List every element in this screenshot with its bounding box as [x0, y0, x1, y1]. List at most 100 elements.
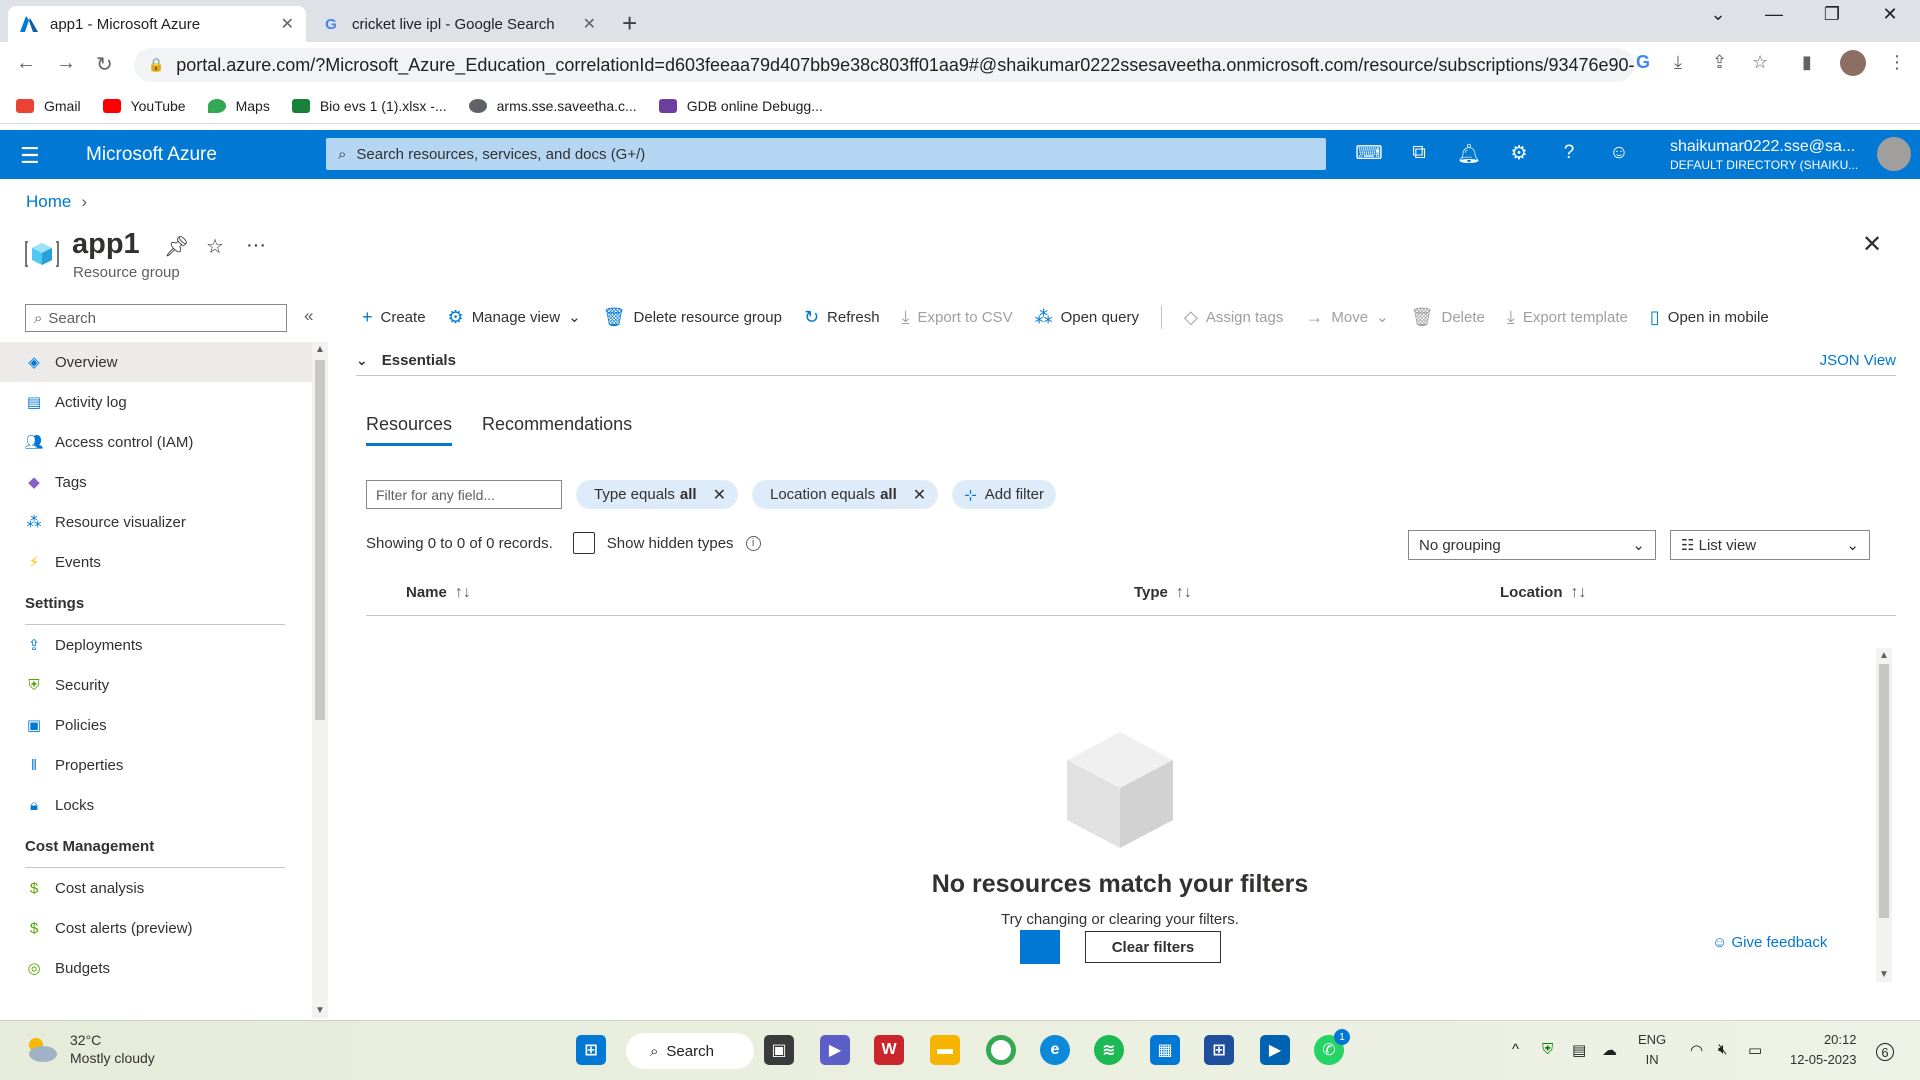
scroll-down-icon[interactable]: ▼ [315, 1005, 325, 1016]
directory-filter-icon[interactable]: ⧉ [1404, 142, 1434, 164]
scroll-thumb[interactable] [315, 360, 325, 720]
maximize-button[interactable]: ❐ [1808, 4, 1856, 25]
url-input[interactable]: 🔒 portal.azure.com/?Microsoft_Azure_Educ… [134, 48, 1634, 82]
start-button[interactable]: ⊞ [576, 1035, 606, 1065]
google-lens-icon[interactable]: G [1636, 52, 1650, 73]
security-tray-icon[interactable]: ⛨ [1542, 1041, 1553, 1058]
browser-tab-azure[interactable]: app1 - Microsoft Azure ✕ [8, 6, 306, 42]
side-panel-icon[interactable]: ▮ [1802, 52, 1812, 73]
battery-icon[interactable]: ▭ [1748, 1041, 1762, 1059]
breadcrumb-home-link[interactable]: Home [26, 192, 71, 211]
nav-scrollbar[interactable]: ▲ ▼ [312, 342, 328, 1018]
close-blade-icon[interactable]: ✕ [1862, 230, 1882, 259]
spotify-icon[interactable]: ≋ [1094, 1035, 1124, 1065]
notifications-bell-icon[interactable]: 🔔︎ [1454, 142, 1484, 166]
scroll-up-icon[interactable]: ▲ [315, 344, 325, 355]
nav-item-cost-analysis[interactable]: $ Cost analysis [0, 868, 312, 908]
collapse-nav-icon[interactable]: « [304, 306, 313, 326]
notification-count[interactable]: 6 [1876, 1043, 1894, 1061]
chevron-up-icon[interactable]: ^ [1512, 1041, 1519, 1058]
clock[interactable]: 20:12 12-05-2023 [1790, 1030, 1857, 1070]
settings-gear-icon[interactable]: ⚙ [1504, 142, 1534, 165]
profile-avatar[interactable] [1840, 50, 1866, 76]
refresh-button[interactable]: ↻ Refresh [804, 307, 880, 328]
install-icon[interactable]: ⤓ [1674, 52, 1682, 73]
azure-search-input[interactable]: ⌕ Search resources, services, and docs (… [326, 138, 1326, 170]
column-header-location[interactable]: Location ↑↓ [1500, 584, 1587, 602]
column-header-type[interactable]: Type ↑↓ [1134, 584, 1192, 602]
export-template-button[interactable]: ⤓ Export template [1507, 307, 1628, 328]
close-tab-icon[interactable]: ✕ [583, 14, 596, 34]
column-header-name[interactable]: Name ↑↓ [406, 584, 471, 602]
nav-search-input[interactable]: ⌕ Search [25, 304, 287, 332]
taskbar-search[interactable]: ⌕ Search [626, 1033, 754, 1069]
minimize-button[interactable]: — [1750, 4, 1798, 25]
move-button[interactable]: → Move ⌄ [1305, 307, 1388, 328]
cloud-offline-icon[interactable]: ☁ [1602, 1041, 1617, 1059]
add-filter-button[interactable]: ⊹ Add filter [952, 480, 1056, 509]
remove-filter-icon[interactable]: ✕ [713, 485, 726, 505]
chrome-icon[interactable] [986, 1035, 1016, 1065]
give-feedback-link[interactable]: ☺ Give feedback [1712, 934, 1827, 951]
share-icon[interactable]: ⇪ [1712, 52, 1727, 73]
bookmark-star-icon[interactable]: ☆ [1752, 52, 1768, 73]
manage-view-button[interactable]: ⚙ Manage view ⌄ [448, 307, 581, 328]
back-icon[interactable]: ← [16, 52, 36, 75]
view-dropdown[interactable]: ☷ List view ⌄ [1670, 530, 1870, 560]
new-tab-button[interactable]: + [622, 8, 637, 39]
bookmark-youtube[interactable]: YouTube [102, 98, 186, 114]
type-filter-pill[interactable]: Type equals all ✕ [576, 480, 738, 509]
cloud-shell-icon[interactable]: ⌨ [1354, 142, 1384, 165]
avatar[interactable] [1877, 137, 1911, 171]
essentials-section[interactable]: ⌄ Essentials JSON View [356, 346, 1896, 376]
nav-item-events[interactable]: ⚡︎ Events [0, 542, 312, 582]
scroll-thumb[interactable] [1879, 664, 1889, 918]
open-in-mobile-button[interactable]: ▯ Open in mobile [1650, 307, 1769, 328]
nav-item-deployments[interactable]: ⇪ Deployments [0, 625, 312, 665]
weather-widget[interactable]: 32°C Mostly cloudy [24, 1031, 155, 1067]
bookmark-bio-evs[interactable]: Bio evs 1 (1).xlsx -... [291, 98, 447, 114]
azure-brand[interactable]: Microsoft Azure [86, 144, 217, 166]
scroll-up-icon[interactable]: ▲ [1879, 650, 1889, 661]
ms-store-icon[interactable]: ▦ [1150, 1035, 1180, 1065]
hamburger-menu-icon[interactable]: ☰ [20, 143, 40, 169]
grouping-dropdown[interactable]: No grouping ⌄ [1408, 530, 1656, 560]
bookmark-arms[interactable]: arms.sse.saveetha.c... [468, 98, 637, 114]
scroll-down-icon[interactable]: ▼ [1879, 969, 1889, 980]
create-button[interactable]: + Create [362, 307, 426, 328]
media-player-icon[interactable]: ▶ [1260, 1035, 1290, 1065]
nav-item-resource-visualizer[interactable]: ⁂ Resource visualizer [0, 502, 312, 542]
nav-item-activity-log[interactable]: ▤ Activity log [0, 382, 312, 422]
remove-filter-icon[interactable]: ✕ [913, 485, 926, 505]
language-indicator[interactable]: ENG IN [1638, 1030, 1666, 1070]
info-icon[interactable]: i [745, 535, 761, 551]
teams-chat-icon[interactable]: ▶ [820, 1035, 850, 1065]
account-info[interactable]: shaikumar0222.sse@sa... DEFAULT DIRECTOR… [1670, 138, 1858, 174]
feedback-icon[interactable]: ☺ [1604, 142, 1634, 164]
show-hidden-checkbox[interactable] [572, 532, 595, 554]
open-query-button[interactable]: ⁂ Open query [1035, 307, 1139, 328]
edge-icon[interactable]: e [1040, 1035, 1070, 1065]
nav-item-policies[interactable]: ▣ Policies [0, 705, 312, 745]
forward-icon[interactable]: → [56, 52, 76, 75]
location-filter-pill[interactable]: Location equals all ✕ [751, 480, 939, 509]
bookmark-gdb[interactable]: GDB online Debugg... [658, 98, 823, 114]
nav-item-overview[interactable]: ◈ Overview [0, 342, 312, 382]
assign-tags-button[interactable]: ◇ Assign tags [1184, 307, 1283, 328]
json-view-link[interactable]: JSON View [1820, 352, 1896, 369]
close-window-button[interactable]: ✕ [1866, 4, 1914, 25]
reload-icon[interactable]: ↻ [96, 52, 113, 77]
tab-search-icon[interactable]: ⌄ [1694, 4, 1742, 25]
export-csv-button[interactable]: ⤓ Export to CSV [902, 307, 1013, 328]
wifi-icon[interactable]: ◠ [1690, 1041, 1703, 1059]
content-scrollbar[interactable]: ▲ ▼ [1876, 648, 1892, 982]
nav-item-cost-alerts[interactable]: $ Cost alerts (preview) [0, 908, 312, 948]
more-menu-icon[interactable]: ⋮ [1888, 52, 1906, 73]
nav-item-locks[interactable]: 🔒︎ Locks [0, 785, 312, 825]
nav-item-tags[interactable]: ◆ Tags [0, 462, 312, 502]
help-icon[interactable]: ? [1554, 142, 1584, 164]
delete-button[interactable]: 🗑︎ Delete [1411, 307, 1485, 328]
favorite-star-icon[interactable]: ☆ [206, 234, 224, 259]
filter-input[interactable]: Filter for any field... [366, 480, 562, 509]
nav-item-budgets[interactable]: ◎ Budgets [0, 948, 312, 988]
